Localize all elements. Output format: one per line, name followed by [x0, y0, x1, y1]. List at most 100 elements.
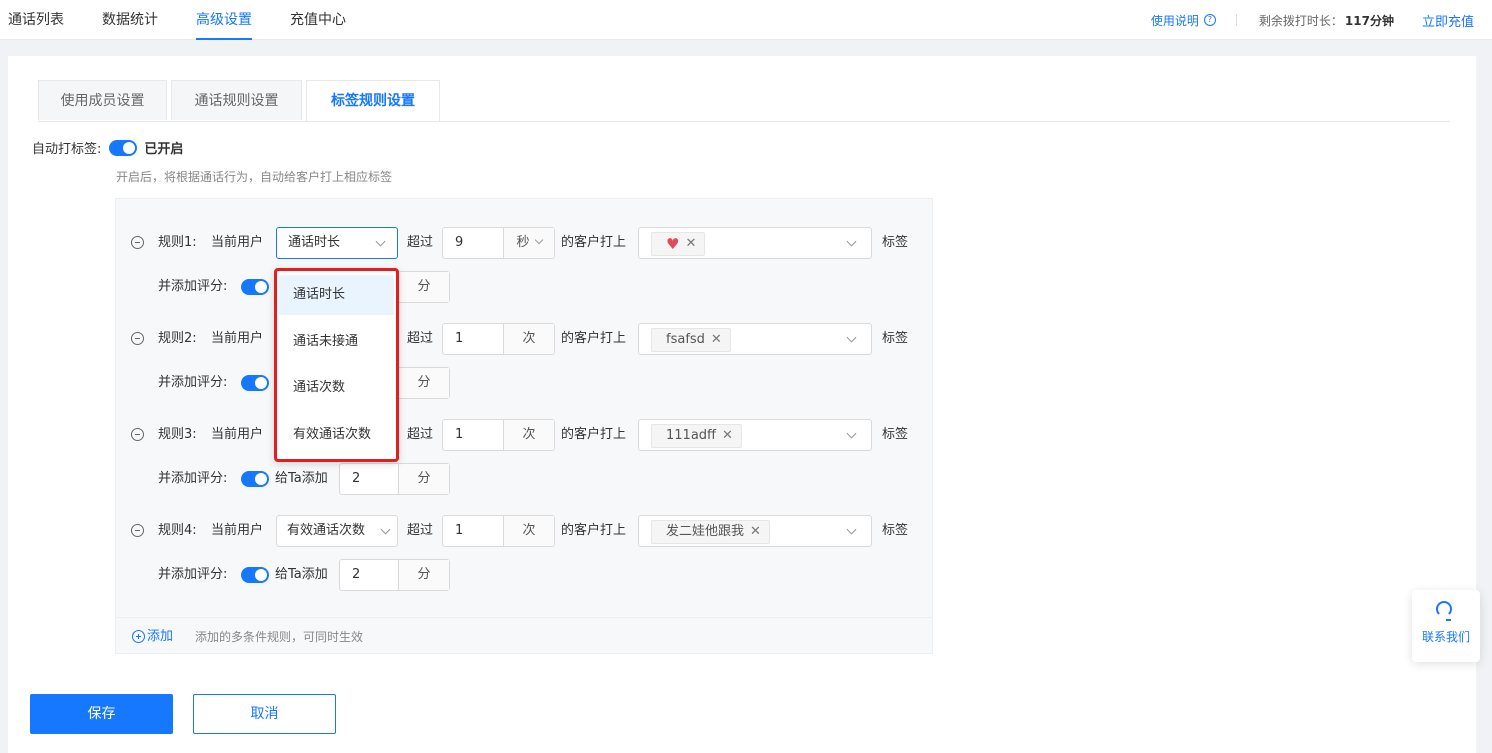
- recharge-link[interactable]: 立即充值: [1422, 11, 1474, 30]
- condition-select[interactable]: 有效通话次数: [276, 515, 398, 547]
- auto-tag-switch[interactable]: [109, 139, 138, 156]
- nav-recharge-center[interactable]: 充值中心: [290, 0, 346, 40]
- top-nav: 通话列表 数据统计 高级设置 充值中心: [8, 0, 384, 40]
- score-switch[interactable]: [241, 471, 269, 487]
- tag-chip: ♥ ✕: [651, 232, 706, 256]
- threshold-input[interactable]: 1 次: [442, 323, 555, 355]
- tag-select[interactable]: fsafsd ✕: [638, 323, 872, 355]
- rule-label: 规则2:: [158, 331, 197, 346]
- score-value: 2: [352, 471, 361, 486]
- tab-tag-rules[interactable]: 标签规则设置: [306, 80, 440, 121]
- score-switch[interactable]: [241, 375, 269, 391]
- dropdown-option-call-count[interactable]: 通话次数: [279, 368, 394, 408]
- auto-tag-hint: 开启后，将根据通话行为，自动给客户打上相应标签: [116, 170, 393, 184]
- dropdown-option-missed-call[interactable]: 通话未接通: [279, 322, 394, 362]
- tag-customer-text: 的客户打上: [561, 235, 627, 250]
- threshold-input[interactable]: 9 秒: [442, 227, 555, 259]
- add-rule-hint: 添加的多条件规则，可同时生效: [195, 630, 364, 644]
- score-switch[interactable]: [241, 279, 269, 295]
- help-link[interactable]: 使用说明 ?: [1151, 12, 1216, 29]
- contact-us-button[interactable]: 联系我们: [1412, 590, 1480, 662]
- score-unit: 分: [398, 560, 449, 590]
- chevron-down-icon: [846, 332, 857, 343]
- tab-call-rules[interactable]: 通话规则设置: [171, 80, 302, 120]
- tag-customer-text: 的客户打上: [561, 523, 627, 538]
- threshold-value: 1: [455, 331, 464, 346]
- exceed-text: 超过: [407, 427, 434, 442]
- tag-select[interactable]: 发二娃他跟我 ✕: [638, 515, 872, 547]
- exceed-text: 超过: [407, 235, 434, 250]
- add-rule-row: 添加 添加的多条件规则，可同时生效: [116, 617, 932, 656]
- tag-suffix-text: 标签: [882, 427, 909, 442]
- add-score-label: 并添加评分:: [158, 279, 228, 294]
- rule-label: 规则4:: [158, 523, 197, 538]
- tag-customer-text: 的客户打上: [561, 427, 627, 442]
- chevron-down-icon: [380, 524, 391, 535]
- headset-icon: [1436, 601, 1452, 621]
- tag-chip-label: 111adff: [666, 428, 716, 443]
- nav-advanced-settings[interactable]: 高级设置: [196, 0, 252, 40]
- chevron-down-icon: [534, 235, 543, 245]
- close-icon[interactable]: ✕: [711, 329, 722, 351]
- tag-chip-label: fsafsd: [666, 332, 705, 347]
- nav-call-list[interactable]: 通话列表: [8, 0, 64, 40]
- chevron-down-icon: [846, 428, 857, 439]
- threshold-value: 1: [455, 523, 464, 538]
- save-button[interactable]: 保存: [30, 694, 173, 734]
- question-icon: ?: [1203, 14, 1216, 26]
- remove-rule-icon[interactable]: [131, 236, 144, 249]
- tag-chip: 111adff ✕: [651, 424, 742, 448]
- rule-label: 规则1:: [158, 235, 197, 250]
- cancel-button[interactable]: 取消: [193, 694, 336, 734]
- condition-value: 有效通话次数: [287, 523, 366, 538]
- auto-tag-row: 自动打标签: 已开启: [32, 138, 183, 157]
- plus-circle-icon[interactable]: [132, 630, 145, 643]
- tab-member-settings[interactable]: 使用成员设置: [38, 80, 167, 120]
- score-value: 2: [352, 567, 361, 582]
- chevron-down-icon: [846, 236, 857, 247]
- score-input[interactable]: 2 分: [339, 463, 450, 495]
- close-icon[interactable]: ✕: [722, 425, 733, 447]
- unit-select[interactable]: 秒: [503, 228, 554, 258]
- close-icon[interactable]: ✕: [750, 521, 761, 543]
- add-score-label: 并添加评分:: [158, 375, 228, 390]
- dropdown-option-valid-call-count[interactable]: 有效通话次数: [279, 415, 394, 455]
- score-unit: 分: [398, 272, 449, 302]
- give-ta-text: 给Ta添加: [275, 471, 328, 486]
- tag-suffix-text: 标签: [882, 331, 909, 346]
- help-label: 使用说明: [1150, 13, 1199, 28]
- unit-label: 秒: [516, 235, 530, 250]
- current-user-text: 当前用户: [211, 427, 264, 442]
- current-user-text: 当前用户: [211, 331, 264, 346]
- nav-statistics[interactable]: 数据统计: [102, 0, 158, 40]
- current-user-text: 当前用户: [211, 235, 264, 250]
- tag-chip: 发二娃他跟我 ✕: [651, 520, 770, 544]
- remove-rule-icon[interactable]: [131, 524, 144, 537]
- main-card: 使用成员设置 通话规则设置 标签规则设置 自动打标签: 已开启 开启后，将根据通…: [8, 56, 1476, 753]
- give-ta-text: 给Ta添加: [275, 567, 328, 582]
- remaining-label: 剩余拨打时长：: [1258, 13, 1343, 28]
- dropdown-option-call-duration[interactable]: 通话时长: [279, 275, 394, 315]
- tag-customer-text: 的客户打上: [561, 331, 627, 346]
- top-right-info: 使用说明 ? 剩余拨打时长： 117分钟 立即充值: [1151, 0, 1474, 40]
- tag-select[interactable]: 111adff ✕: [638, 419, 872, 451]
- threshold-input[interactable]: 1 次: [442, 515, 555, 547]
- score-unit: 分: [398, 464, 449, 494]
- auto-tag-status: 已开启: [144, 142, 184, 157]
- score-switch[interactable]: [241, 567, 269, 583]
- settings-tabs: 使用成员设置 通话规则设置 标签规则设置: [38, 80, 1450, 122]
- add-score-label: 并添加评分:: [158, 567, 228, 582]
- close-icon[interactable]: ✕: [685, 233, 696, 255]
- unit-label: 次: [503, 324, 554, 354]
- threshold-value: 1: [455, 427, 464, 442]
- threshold-input[interactable]: 1 次: [442, 419, 555, 451]
- tag-select[interactable]: ♥ ✕: [638, 227, 872, 259]
- exceed-text: 超过: [407, 331, 434, 346]
- add-rule-link[interactable]: 添加: [147, 618, 173, 656]
- remove-rule-icon[interactable]: [131, 428, 144, 441]
- rule-label: 规则3:: [158, 427, 197, 442]
- score-input[interactable]: 2 分: [339, 559, 450, 591]
- remove-rule-icon[interactable]: [131, 332, 144, 345]
- condition-select[interactable]: 通话时长: [276, 227, 398, 259]
- add-score-label: 并添加评分:: [158, 471, 228, 486]
